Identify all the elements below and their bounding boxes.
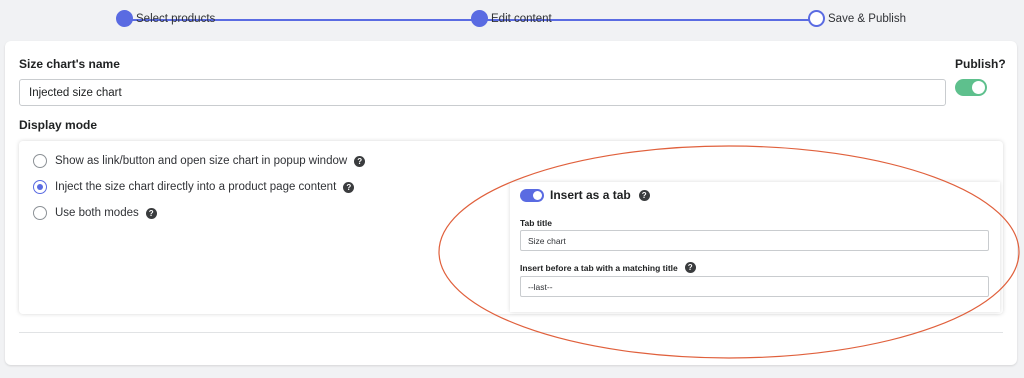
step-label: Save & Publish	[828, 12, 906, 25]
toggle-knob	[972, 81, 985, 94]
radio-button[interactable]	[33, 180, 47, 194]
tab-title-input[interactable]	[520, 230, 989, 251]
progress-stepper: Select products Edit content Save & Publ…	[0, 0, 1024, 40]
help-icon[interactable]: ?	[684, 262, 696, 273]
help-icon[interactable]: ?	[638, 189, 650, 201]
divider	[19, 332, 1003, 333]
insert-as-tab-toggle[interactable]	[520, 189, 544, 202]
display-option-inject[interactable]: Inject the size chart directly into a pr…	[33, 180, 355, 194]
display-option-popup[interactable]: Show as link/button and open size chart …	[33, 154, 366, 168]
step-label: Edit content	[491, 12, 552, 25]
insert-as-tab-panel: Insert as a tab ? Tab title Insert befor…	[510, 182, 1000, 312]
insert-before-select[interactable]	[520, 276, 989, 297]
insert-as-tab-header: Insert as a tab ?	[550, 188, 650, 202]
tab-title-label: Tab title	[520, 218, 552, 228]
step-label: Select products	[136, 12, 216, 25]
step-complete-icon	[116, 10, 133, 27]
radio-label: Show as link/button and open size chart …	[55, 155, 348, 167]
radio-label: Use both modes	[55, 207, 139, 219]
step-complete-icon	[471, 10, 488, 27]
publish-toggle[interactable]	[955, 79, 987, 96]
insert-before-label: Insert before a tab with a matching titl…	[520, 262, 678, 273]
insert-before-header: Insert before a tab with a matching titl…	[520, 262, 696, 273]
size-chart-settings-card: Size chart's name Publish? Display mode …	[5, 41, 1017, 365]
display-mode-label: Display mode	[19, 118, 98, 132]
radio-label: Inject the size chart directly into a pr…	[55, 181, 337, 193]
help-icon[interactable]: ?	[145, 207, 157, 219]
display-mode-panel: Show as link/button and open size chart …	[19, 141, 1003, 314]
help-icon[interactable]: ?	[343, 181, 355, 193]
help-icon[interactable]: ?	[354, 155, 366, 167]
size-chart-name-label: Size chart's name	[19, 57, 120, 71]
insert-as-tab-label: Insert as a tab	[550, 188, 631, 202]
step-select-products[interactable]: Select products	[116, 10, 215, 27]
radio-button[interactable]	[33, 154, 47, 168]
toggle-knob	[533, 191, 542, 200]
step-edit-content[interactable]: Edit content	[471, 10, 552, 27]
display-option-both[interactable]: Use both modes ?	[33, 206, 157, 220]
publish-label: Publish?	[955, 57, 1006, 71]
step-pending-icon	[808, 10, 825, 27]
radio-button[interactable]	[33, 206, 47, 220]
step-save-publish[interactable]: Save & Publish	[808, 10, 906, 27]
size-chart-name-input[interactable]	[19, 79, 946, 106]
